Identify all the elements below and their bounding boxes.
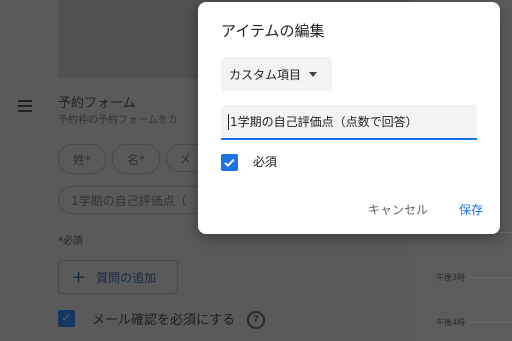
checkmark-icon [224, 158, 235, 168]
plus-icon: + [71, 266, 87, 288]
save-button[interactable]: 保存 [459, 201, 483, 218]
email-required-label: メール確認を必須にする [92, 313, 236, 328]
text-cursor [228, 113, 229, 130]
cancel-button[interactable]: キャンセル [368, 201, 428, 218]
calendar-grid-line [468, 322, 512, 323]
question-text-field[interactable]: 1学期の自己評価点（点数で回答） [221, 105, 477, 140]
email-required-checkbox[interactable]: ✓ [58, 310, 75, 327]
dialog-title: アイテムの編集 [221, 22, 325, 40]
question-text-value: 1学期の自己評価点（点数で回答） [230, 115, 418, 129]
field-chip-custom[interactable]: 1学期の自己評価点（ [58, 186, 208, 214]
required-note: *必須 [58, 236, 83, 247]
form-title: 予約フォーム [58, 96, 136, 111]
add-question-button[interactable]: + 質問の追加 [58, 260, 178, 294]
list-icon [18, 100, 34, 114]
calendar-grid-line [468, 277, 512, 278]
edit-item-dialog: アイテムの編集 カスタム項目 1学期の自己評価点（点数で回答） 必須 キャンセル… [198, 2, 500, 234]
add-question-label: 質問の追加 [96, 270, 157, 285]
item-type-selected: カスタム項目 [229, 67, 302, 82]
calendar-time-label: 午後4時 [436, 318, 466, 327]
form-subtitle: 予約枠の予約フォームをカ [58, 115, 178, 126]
required-checkbox[interactable] [221, 154, 238, 171]
caret-down-icon [309, 71, 318, 77]
item-type-dropdown[interactable]: カスタム項目 [221, 57, 332, 91]
field-chip-last-name[interactable]: 姓* [58, 144, 106, 174]
calendar-time-label: 午後3時 [436, 273, 466, 282]
required-label: 必須 [253, 155, 278, 169]
help-icon[interactable]: ? [247, 311, 265, 329]
field-chip-first-name[interactable]: 名* [112, 144, 160, 174]
